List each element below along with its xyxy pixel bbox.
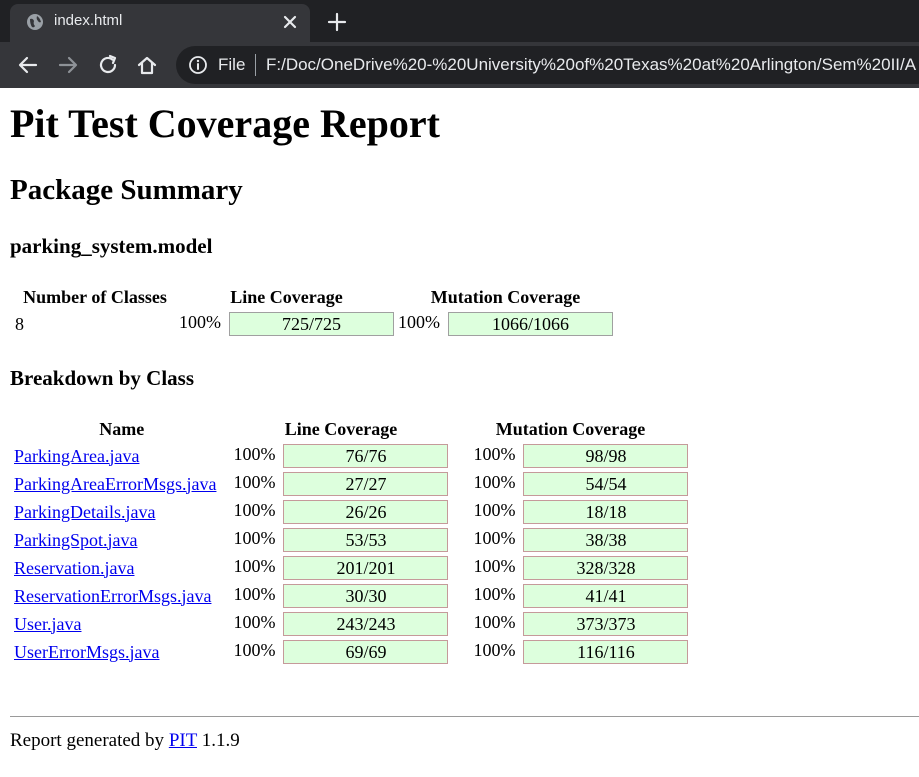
mutation-coverage-bar: 373/373	[523, 612, 689, 636]
globe-icon	[27, 14, 43, 30]
line-coverage-percent: 100%	[233, 444, 276, 464]
mutation-coverage-bar: 328/328	[523, 556, 689, 580]
url-text[interactable]: F:/Doc/OneDrive%20-%20University%20of%20…	[266, 55, 916, 75]
class-link[interactable]: Reservation.java	[14, 558, 134, 578]
class-link[interactable]: User.java	[14, 614, 81, 634]
footer-prefix: Report generated by	[10, 730, 169, 751]
class-link[interactable]: ParkingDetails.java	[14, 502, 155, 522]
line-coverage-bar: 69/69	[283, 640, 449, 664]
line-coverage-percent: 100%	[233, 528, 276, 548]
info-icon[interactable]	[188, 55, 208, 75]
package-summary-heading: Package Summary	[10, 174, 243, 206]
report-footer: Report generated by PIT 1.1.9	[10, 730, 240, 752]
mutation-coverage-percent: 100%	[473, 528, 516, 548]
header-line-coverage: Line Coverage	[284, 419, 398, 439]
package-summary-row: 8 100% 725/725 100% 1066/1066	[14, 311, 614, 337]
back-arrow-icon[interactable]	[16, 53, 40, 77]
new-tab-icon[interactable]	[324, 9, 350, 35]
pit-link[interactable]: PIT	[169, 730, 197, 751]
line-coverage-bar: 201/201	[283, 556, 449, 580]
line-coverage-percent: 100%	[233, 472, 276, 492]
line-coverage-bar: 26/26	[283, 500, 449, 524]
mutation-coverage-bar: 98/98	[523, 444, 689, 468]
url-scheme-label: File	[218, 55, 246, 74]
table-row: ParkingSpot.java 100% 53/53 100% 38/38	[13, 527, 689, 553]
class-link[interactable]: UserErrorMsgs.java	[14, 642, 159, 662]
line-coverage-percent: 100%	[233, 584, 276, 604]
mutation-coverage-percent: 100%	[473, 556, 516, 576]
mutation-coverage-percent: 100%	[473, 472, 516, 492]
browser-tab-active[interactable]: index.html	[10, 4, 310, 42]
line-coverage-percent: 100%	[179, 312, 221, 332]
close-tab-icon[interactable]	[278, 10, 302, 34]
mutation-coverage-percent: 100%	[398, 312, 440, 332]
mutation-coverage-percent: 100%	[473, 612, 516, 632]
address-separator	[255, 54, 256, 76]
line-coverage-bar: 725/725	[229, 312, 394, 336]
header-mutation-coverage: Mutation Coverage	[495, 419, 646, 439]
tab-title: index.html	[54, 12, 123, 29]
forward-arrow-icon[interactable]	[56, 53, 80, 77]
class-link[interactable]: ReservationErrorMsgs.java	[14, 586, 211, 606]
table-row: ParkingDetails.java 100% 26/26 100% 18/1…	[13, 499, 689, 525]
line-coverage-percent: 100%	[233, 556, 276, 576]
class-count: 8	[15, 313, 24, 334]
mutation-coverage-percent: 100%	[473, 584, 516, 604]
header-line-coverage: Line Coverage	[230, 287, 343, 307]
class-link[interactable]: ParkingArea.java	[14, 446, 139, 466]
footer-divider	[10, 716, 919, 717]
mutation-coverage-percent: 100%	[473, 444, 516, 464]
browser-tab-strip: index.html	[0, 0, 919, 42]
package-summary-table: Number of Classes Line Coverage Mutation…	[12, 284, 616, 339]
table-row: User.java 100% 243/243 100% 373/373	[13, 611, 689, 637]
class-link[interactable]: ParkingSpot.java	[14, 530, 138, 550]
line-coverage-bar: 53/53	[283, 528, 449, 552]
header-name: Name	[99, 419, 145, 439]
page-title: Pit Test Coverage Report	[10, 101, 440, 146]
package-name: parking_system.model	[10, 234, 213, 258]
table-row: UserErrorMsgs.java 100% 69/69 100% 116/1…	[13, 639, 689, 665]
line-coverage-percent: 100%	[233, 612, 276, 632]
class-link[interactable]: ParkingAreaErrorMsgs.java	[14, 474, 216, 494]
table-row: ParkingAreaErrorMsgs.java 100% 27/27 100…	[13, 471, 689, 497]
mutation-coverage-percent: 100%	[473, 640, 516, 660]
line-coverage-bar: 243/243	[283, 612, 449, 636]
mutation-coverage-bar: 116/116	[523, 640, 689, 664]
header-mutation-coverage: Mutation Coverage	[430, 287, 581, 307]
header-number-of-classes: Number of Classes	[23, 287, 167, 307]
line-coverage-bar: 76/76	[283, 444, 449, 468]
address-bar[interactable]: File F:/Doc/OneDrive%20-%20University%20…	[176, 46, 919, 84]
mutation-coverage-bar: 38/38	[523, 528, 689, 552]
home-icon[interactable]	[135, 53, 159, 77]
reload-icon[interactable]	[96, 53, 120, 77]
class-breakdown-table: Name Line Coverage Mutation Coverage Par…	[11, 416, 691, 667]
mutation-coverage-bar: 18/18	[523, 500, 689, 524]
browser-toolbar: File F:/Doc/OneDrive%20-%20University%20…	[0, 42, 919, 88]
mutation-coverage-bar: 41/41	[523, 584, 689, 608]
table-row: ReservationErrorMsgs.java 100% 30/30 100…	[13, 583, 689, 609]
table-row: Reservation.java 100% 201/201 100% 328/3…	[13, 555, 689, 581]
mutation-coverage-bar: 54/54	[523, 472, 689, 496]
footer-version: 1.1.9	[196, 730, 240, 751]
line-coverage-bar: 30/30	[283, 584, 449, 608]
mutation-coverage-percent: 100%	[473, 500, 516, 520]
mutation-coverage-bar: 1066/1066	[448, 312, 613, 336]
table-row: ParkingArea.java 100% 76/76 100% 98/98	[13, 443, 689, 469]
breakdown-heading: Breakdown by Class	[10, 366, 194, 390]
line-coverage-percent: 100%	[233, 640, 276, 660]
line-coverage-percent: 100%	[233, 500, 276, 520]
line-coverage-bar: 27/27	[283, 472, 449, 496]
